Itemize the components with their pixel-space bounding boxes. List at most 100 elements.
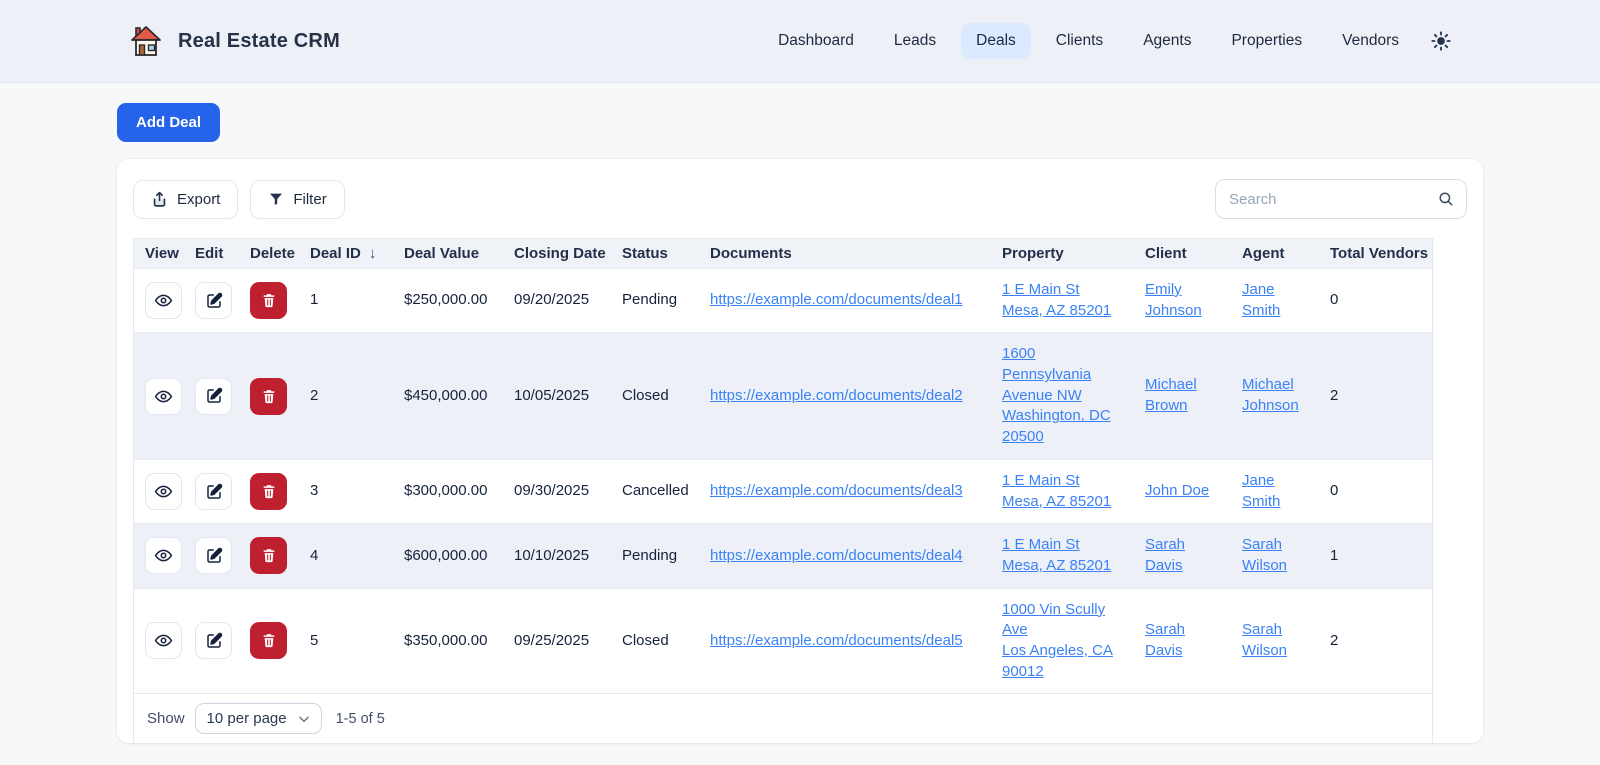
column-header-status[interactable]: Status — [614, 239, 702, 269]
export-button[interactable]: Export — [133, 180, 238, 219]
delete-button[interactable] — [250, 622, 287, 659]
deal-value-cell: $350,000.00 — [396, 588, 506, 693]
view-cell — [134, 269, 187, 333]
table-body: 1$250,000.0009/20/2025Pendinghttps://exa… — [134, 269, 1432, 694]
deal-row-5: 5$350,000.0009/25/2025Closedhttps://exam… — [134, 588, 1432, 693]
property-link[interactable]: 1 E Main StMesa, AZ 85201 — [1002, 471, 1111, 512]
deal-value-cell: $250,000.00 — [396, 269, 506, 333]
property-cell: 1600 Pennsylvania Avenue NWWashington, D… — [994, 333, 1137, 459]
column-header-edit[interactable]: Edit — [187, 239, 242, 269]
delete-button[interactable] — [250, 378, 287, 415]
client-link[interactable]: Sarah Davis — [1145, 620, 1213, 661]
edit-button[interactable] — [195, 282, 232, 319]
column-header-total-vendors[interactable]: Total Vendors — [1322, 239, 1432, 269]
documents-link[interactable]: https://example.com/documents/deal1 — [710, 291, 963, 308]
filter-icon — [268, 191, 284, 207]
nav-item-leads[interactable]: Leads — [879, 23, 951, 59]
column-header-documents[interactable]: Documents — [702, 239, 994, 269]
column-header-deal-value[interactable]: Deal Value — [396, 239, 506, 269]
deal-value-cell: $600,000.00 — [396, 524, 506, 588]
view-button[interactable] — [145, 537, 182, 574]
column-header-client[interactable]: Client — [1137, 239, 1234, 269]
agent-link[interactable]: Jane Smith — [1242, 280, 1298, 321]
filter-button-label: Filter — [293, 191, 326, 208]
edit-button[interactable] — [195, 622, 232, 659]
client-cell: Michael Brown — [1137, 333, 1234, 459]
search-icon — [1437, 190, 1455, 213]
closing-date-cell: 10/10/2025 — [506, 524, 614, 588]
edit-button[interactable] — [195, 537, 232, 574]
status-cell: Closed — [614, 333, 702, 459]
property-link[interactable]: 1 E Main StMesa, AZ 85201 — [1002, 280, 1111, 321]
deal-id-cell: 2 — [302, 333, 396, 459]
export-icon — [151, 191, 168, 208]
search-input[interactable] — [1215, 179, 1467, 219]
add-deal-button[interactable]: Add Deal — [117, 103, 220, 142]
closing-date-cell: 10/05/2025 — [506, 333, 614, 459]
deal-id-cell: 5 — [302, 588, 396, 693]
property-link[interactable]: 1000 Vin Scully AveLos Angeles, CA 90012 — [1002, 600, 1124, 683]
nav-item-dashboard[interactable]: Dashboard — [763, 23, 869, 59]
client-cell: John Doe — [1137, 459, 1234, 523]
property-cell: 1000 Vin Scully AveLos Angeles, CA 90012 — [994, 588, 1137, 693]
agent-link[interactable]: Sarah Wilson — [1242, 535, 1298, 576]
documents-link[interactable]: https://example.com/documents/deal3 — [710, 482, 963, 499]
agent-link[interactable]: Michael Johnson — [1242, 375, 1298, 416]
filter-button[interactable]: Filter — [250, 180, 344, 219]
property-link[interactable]: 1600 Pennsylvania Avenue NWWashington, D… — [1002, 344, 1124, 447]
per-page-select[interactable]: 10 per page — [195, 703, 322, 734]
view-button[interactable] — [145, 473, 182, 510]
view-cell — [134, 333, 187, 459]
per-page-value: 10 per page — [207, 710, 287, 727]
export-button-label: Export — [177, 191, 220, 208]
closing-date-cell: 09/30/2025 — [506, 459, 614, 523]
client-cell: Emily Johnson — [1137, 269, 1234, 333]
edit-button[interactable] — [195, 473, 232, 510]
nav-item-agents[interactable]: Agents — [1128, 23, 1206, 59]
eye-icon — [154, 291, 173, 310]
delete-cell — [242, 269, 302, 333]
eye-icon — [154, 546, 173, 565]
documents-link[interactable]: https://example.com/documents/deal5 — [710, 632, 963, 649]
client-link[interactable]: John Doe — [1145, 481, 1209, 502]
view-button[interactable] — [145, 282, 182, 319]
column-header-closing-date[interactable]: Closing Date — [506, 239, 614, 269]
deal-row-4: 4$600,000.0010/10/2025Pendinghttps://exa… — [134, 524, 1432, 588]
deal-id-cell: 1 — [302, 269, 396, 333]
nav-item-clients[interactable]: Clients — [1041, 23, 1118, 59]
documents-link[interactable]: https://example.com/documents/deal2 — [710, 387, 963, 404]
documents-link[interactable]: https://example.com/documents/deal4 — [710, 547, 963, 564]
edit-pencil-icon — [205, 483, 223, 501]
client-link[interactable]: Emily Johnson — [1145, 280, 1213, 321]
view-button[interactable] — [145, 622, 182, 659]
delete-cell — [242, 333, 302, 459]
edit-button[interactable] — [195, 378, 232, 415]
client-link[interactable]: Michael Brown — [1145, 375, 1213, 416]
deal-row-3: 3$300,000.0009/30/2025Cancelledhttps://e… — [134, 459, 1432, 523]
delete-button[interactable] — [250, 282, 287, 319]
column-header-delete[interactable]: Delete — [242, 239, 302, 269]
nav-item-properties[interactable]: Properties — [1216, 23, 1317, 59]
app-title: Real Estate CRM — [178, 30, 340, 53]
nav-item-deals[interactable]: Deals — [961, 23, 1031, 59]
status-cell: Pending — [614, 269, 702, 333]
column-header-deal-id[interactable]: Deal ID↓ — [302, 239, 396, 269]
column-header-agent[interactable]: Agent — [1234, 239, 1322, 269]
property-link[interactable]: 1 E Main StMesa, AZ 85201 — [1002, 535, 1111, 576]
delete-button[interactable] — [250, 473, 287, 510]
agent-link[interactable]: Sarah Wilson — [1242, 620, 1298, 661]
view-button[interactable] — [145, 378, 182, 415]
theme-toggle-button[interactable] — [1430, 30, 1452, 52]
agent-link[interactable]: Jane Smith — [1242, 471, 1298, 512]
column-header-property[interactable]: Property — [994, 239, 1137, 269]
agent-cell: Michael Johnson — [1234, 333, 1322, 459]
nav-item-vendors[interactable]: Vendors — [1327, 23, 1414, 59]
property-cell: 1 E Main StMesa, AZ 85201 — [994, 459, 1137, 523]
column-header-view[interactable]: View — [134, 239, 187, 269]
delete-cell — [242, 459, 302, 523]
deal-id-cell: 3 — [302, 459, 396, 523]
table-head: ViewEditDeleteDeal ID↓Deal ValueClosing … — [134, 239, 1432, 269]
delete-button[interactable] — [250, 537, 287, 574]
client-link[interactable]: Sarah Davis — [1145, 535, 1213, 576]
eye-icon — [154, 631, 173, 650]
